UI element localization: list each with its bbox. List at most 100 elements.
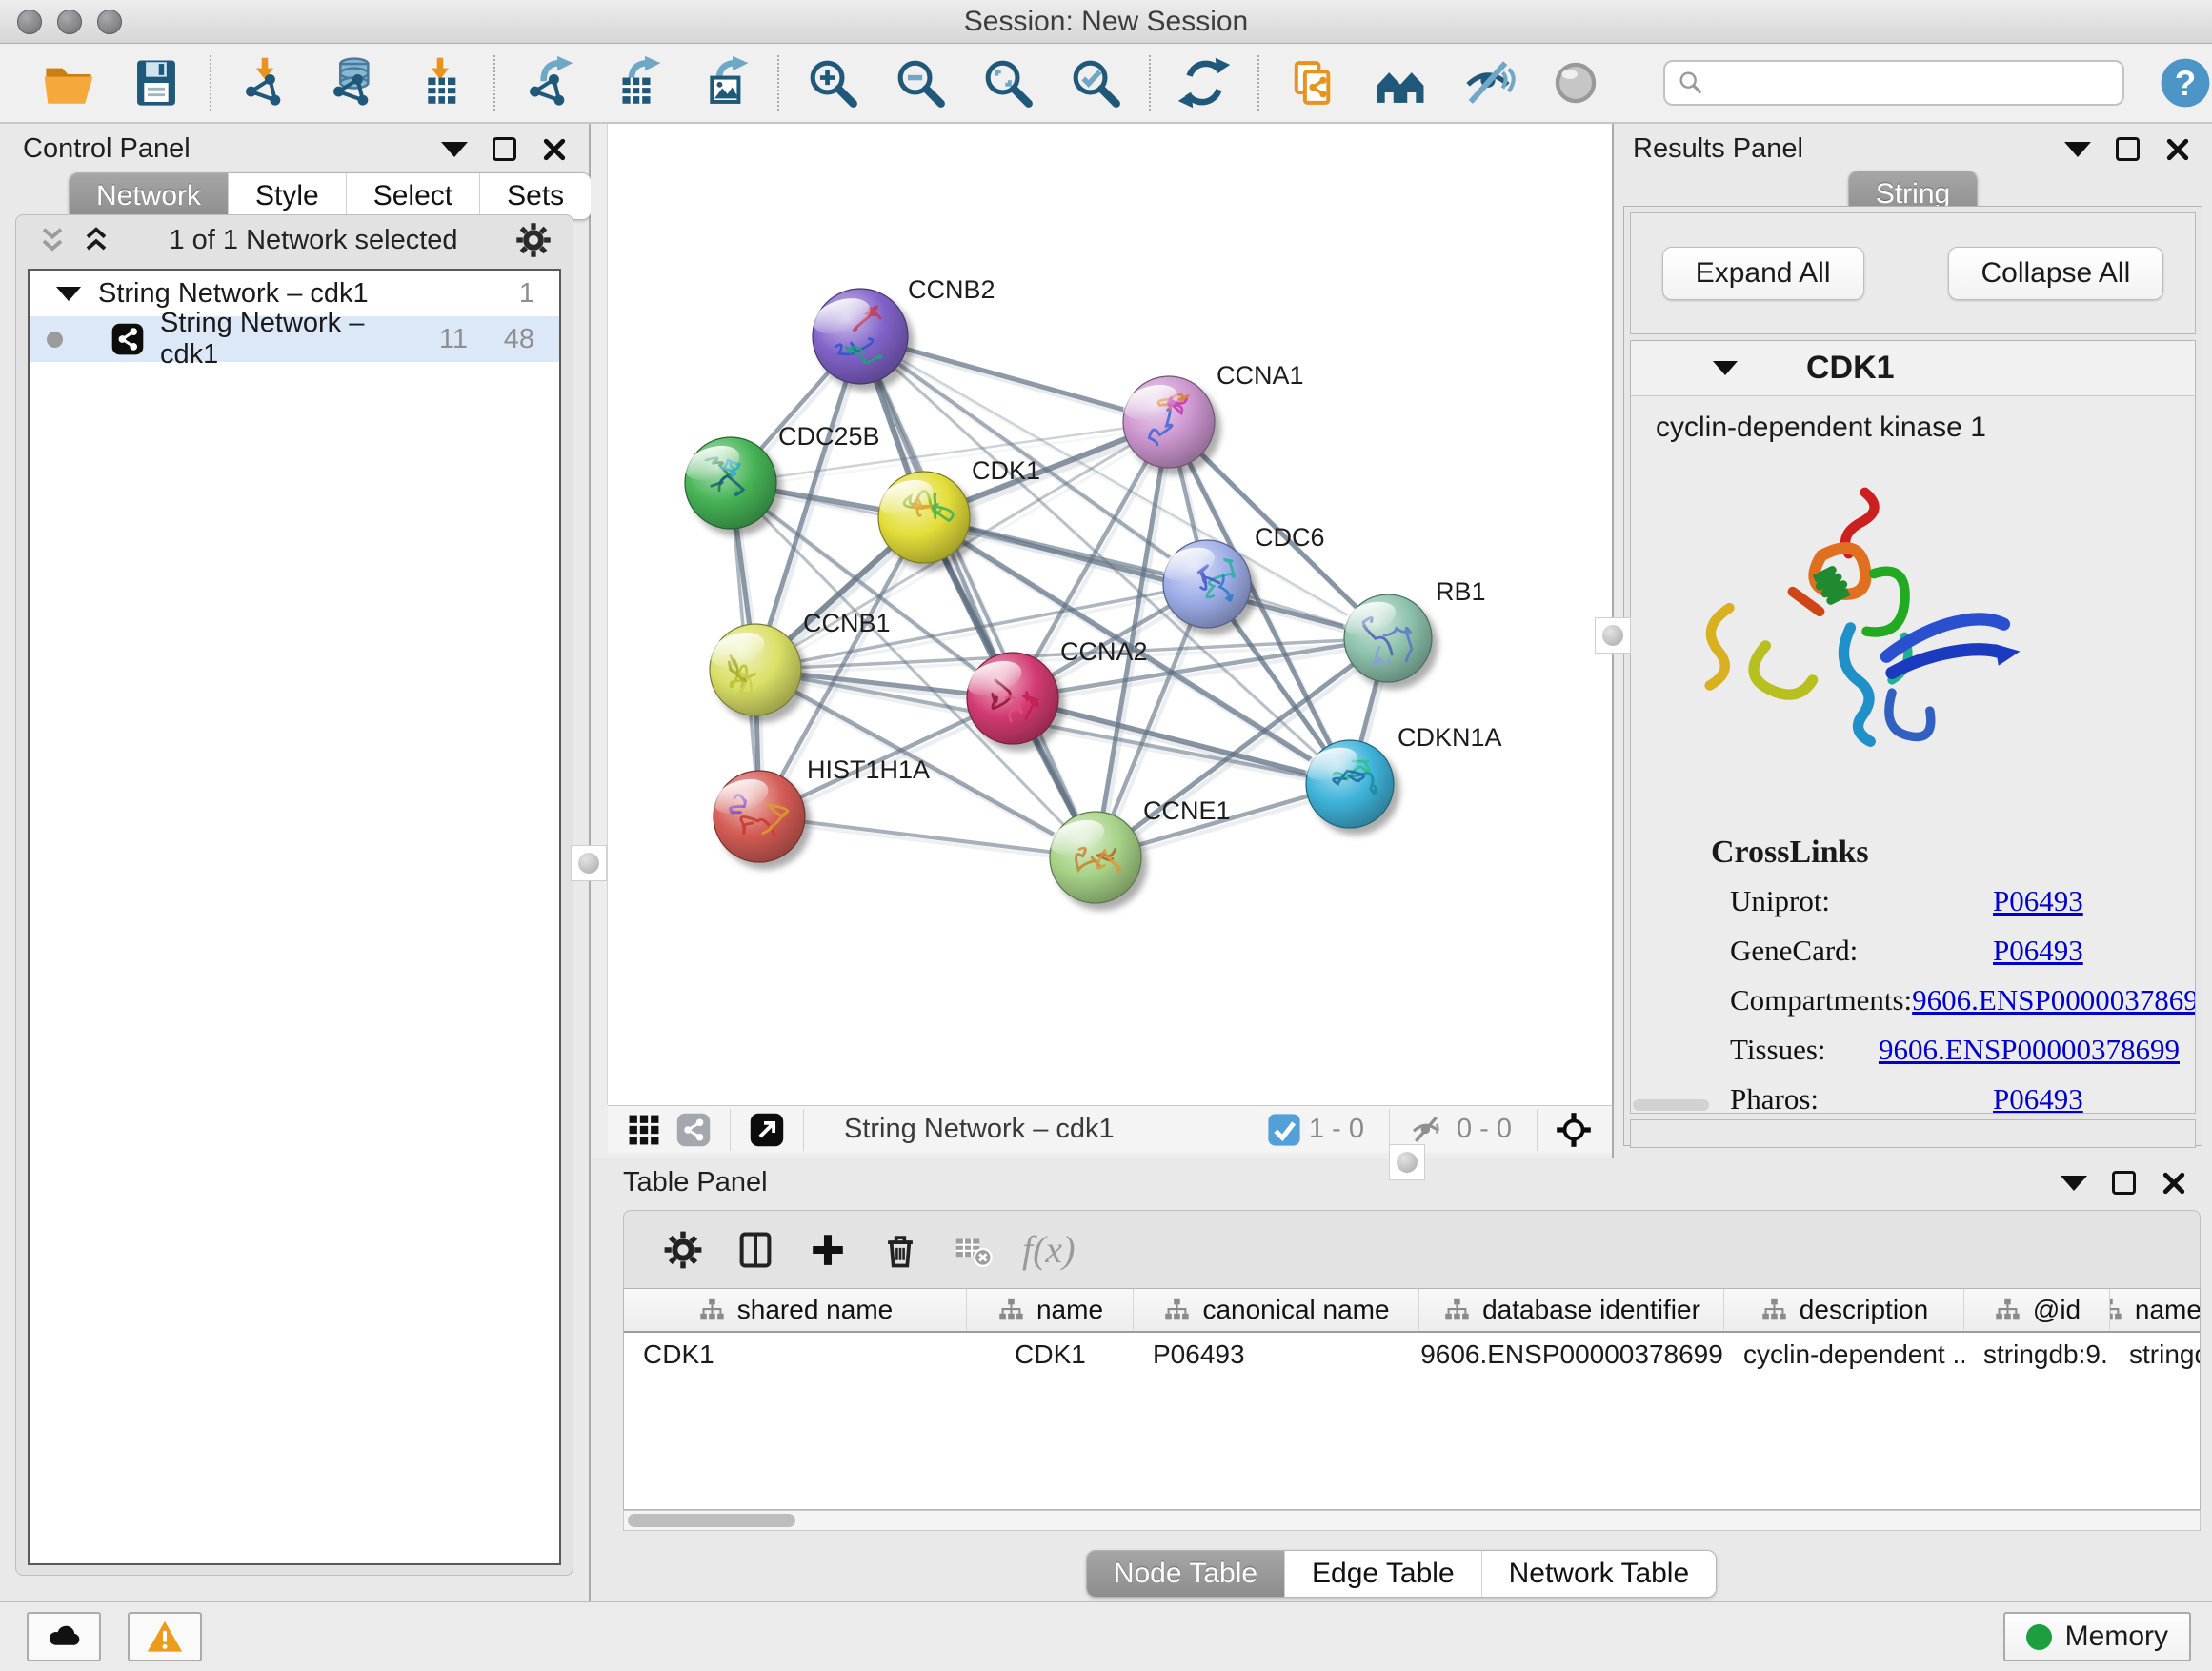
import-network-icon[interactable]	[221, 50, 309, 116]
panel-float-icon[interactable]	[2116, 137, 2140, 161]
table-row[interactable]: CDK1CDK1P064939606.ENSP00000378699cyclin…	[624, 1333, 2200, 1377]
delete-row-trash-icon[interactable]	[864, 1219, 936, 1280]
tab-network[interactable]: Network	[70, 173, 228, 219]
refresh-icon[interactable]	[1160, 50, 1248, 116]
panel-menu-icon[interactable]	[441, 142, 468, 157]
export-network-icon[interactable]	[505, 50, 593, 116]
collapse-all-button[interactable]: Collapse All	[1948, 247, 2164, 300]
expand-all-button[interactable]: Expand All	[1662, 247, 1864, 300]
node-hist1h1a[interactable]	[709, 771, 805, 862]
gray-eye-icon[interactable]	[1532, 50, 1619, 116]
warnings-button[interactable]	[128, 1612, 202, 1661]
hidden-node-edge-counts: 0 - 0	[1457, 1114, 1512, 1145]
section-collapse-icon[interactable]	[1713, 361, 1738, 375]
right-splitter-handle[interactable]	[1595, 617, 1631, 654]
table-horizontal-scrollbar[interactable]	[623, 1510, 2201, 1531]
table-gear-icon[interactable]	[647, 1219, 719, 1280]
birdseye-view-icon[interactable]	[742, 1109, 792, 1151]
column-header-description[interactable]: description	[1724, 1289, 1964, 1331]
node-ccnb2[interactable]	[809, 289, 908, 384]
panel-menu-icon[interactable]	[2061, 1176, 2087, 1191]
hide-unhide-icon[interactable]	[1444, 50, 1532, 116]
panel-close-icon[interactable]	[2161, 1170, 2187, 1197]
column-header-shared-name[interactable]: shared name	[624, 1289, 967, 1331]
network-canvas[interactable]: CCNB2CCNA1CDC25BCDK1CDC6RB1CCNB1CCNA2CDK…	[608, 124, 1612, 1105]
selected-node-edge-counts: 1 - 0	[1309, 1114, 1364, 1145]
cloud-button[interactable]	[27, 1612, 101, 1661]
share-documents-icon[interactable]	[1269, 50, 1357, 116]
control-panel: Control Panel NetworkStyleSelectSets 1 o…	[0, 124, 591, 1601]
zoom-selected-icon[interactable]	[1052, 50, 1139, 116]
share-view-icon[interactable]	[669, 1109, 718, 1151]
tab-network-table[interactable]: Network Table	[1481, 1551, 1717, 1597]
collapse-all-icon[interactable]	[35, 223, 70, 257]
add-column-icon[interactable]	[792, 1219, 864, 1280]
crosslink-link[interactable]: P06493	[1993, 934, 2083, 968]
homes-icon[interactable]	[1357, 50, 1444, 116]
cdk1-section-header[interactable]: CDK1	[1631, 341, 2195, 396]
save-session-icon[interactable]	[112, 50, 200, 116]
selected-checkbox-icon[interactable]	[1265, 1109, 1303, 1151]
table-cell[interactable]: stringdb	[2110, 1333, 2201, 1377]
crosslink-link[interactable]: 9606.ENSP00000378699	[1879, 1033, 2180, 1067]
node-cdc25b[interactable]	[680, 437, 776, 529]
node-cdc6[interactable]	[1158, 540, 1251, 628]
edge-hist1h1a-ccne1[interactable]	[759, 816, 1096, 857]
left-splitter-handle[interactable]	[571, 845, 607, 881]
column-header-database-identifier[interactable]: database identifier	[1419, 1289, 1724, 1331]
zoom-fit-icon[interactable]	[964, 50, 1052, 116]
network-row[interactable]: String Network – cdk1 11 48	[30, 316, 559, 362]
table-cell[interactable]: 9606.ENSP00000378699	[1419, 1333, 1724, 1377]
tab-style[interactable]: Style	[228, 173, 346, 219]
zoom-out-icon[interactable]	[876, 50, 964, 116]
node-ccnb1[interactable]	[705, 624, 801, 715]
search-input[interactable]	[1715, 68, 2111, 98]
tree-expand-icon[interactable]	[56, 287, 81, 301]
horizontal-splitter-handle[interactable]	[1389, 1144, 1425, 1180]
search-box[interactable]	[1663, 60, 2124, 106]
scrollbar-thumb[interactable]	[628, 1514, 795, 1527]
crosslink-link[interactable]: P06493	[1993, 1082, 2083, 1113]
crosslink-link[interactable]: P06493	[1993, 884, 2083, 918]
node-ccne1[interactable]	[1045, 812, 1141, 903]
crosshair-icon[interactable]	[1549, 1109, 1599, 1151]
import-database-icon[interactable]	[309, 50, 396, 116]
tab-select[interactable]: Select	[346, 173, 479, 219]
import-table-icon[interactable]	[396, 50, 484, 116]
string-network-graph[interactable]: CCNB2CCNA1CDC25BCDK1CDC6RB1CCNB1CCNA2CDK…	[608, 124, 1612, 1105]
export-image-icon[interactable]	[680, 50, 768, 116]
memory-button[interactable]: Memory	[2003, 1612, 2191, 1661]
panel-close-icon[interactable]	[2164, 136, 2191, 163]
panel-menu-icon[interactable]	[2064, 142, 2091, 157]
zoom-in-icon[interactable]	[789, 50, 876, 116]
help-icon[interactable]: ?	[2159, 56, 2212, 110]
left-splitter[interactable]	[591, 124, 608, 1105]
gear-icon[interactable]	[513, 220, 553, 260]
column-header-name[interactable]: name	[967, 1289, 1134, 1331]
tab-sets[interactable]: Sets	[479, 173, 591, 219]
show-columns-icon[interactable]	[719, 1219, 792, 1280]
table-cell[interactable]: P06493	[1134, 1333, 1419, 1377]
column-header-canonical-name[interactable]: canonical name	[1134, 1289, 1419, 1331]
expand-all-icon[interactable]	[79, 223, 113, 257]
panel-close-icon[interactable]	[541, 136, 568, 163]
table-cell[interactable]: cyclin-dependent ...	[1724, 1333, 1964, 1377]
table-cell[interactable]: CDK1	[967, 1333, 1134, 1377]
tab-node-table[interactable]: Node Table	[1087, 1551, 1284, 1597]
column-header-at-id[interactable]: @id	[1964, 1289, 2110, 1331]
node-ccna1[interactable]	[1118, 376, 1215, 468]
node-ccna2[interactable]	[962, 653, 1058, 744]
grid-view-icon[interactable]	[619, 1109, 669, 1151]
column-header-namespac[interactable]: namespac	[2110, 1289, 2201, 1331]
panel-float-icon[interactable]	[2112, 1171, 2136, 1195]
node-label-cdc6: CDC6	[1255, 523, 1325, 552]
table-cell[interactable]: CDK1	[624, 1333, 967, 1377]
tab-edge-table[interactable]: Edge Table	[1284, 1551, 1481, 1597]
node-count: 11	[401, 324, 468, 355]
table-cell[interactable]: stringdb:9...	[1964, 1333, 2110, 1377]
export-table-icon[interactable]	[593, 50, 680, 116]
crosslink-link[interactable]: 9606.ENSP00000378699	[1912, 983, 2195, 1017]
panel-float-icon[interactable]	[493, 137, 516, 161]
open-session-icon[interactable]	[25, 50, 112, 116]
results-mini-scrollbar[interactable]	[1633, 1099, 1709, 1111]
